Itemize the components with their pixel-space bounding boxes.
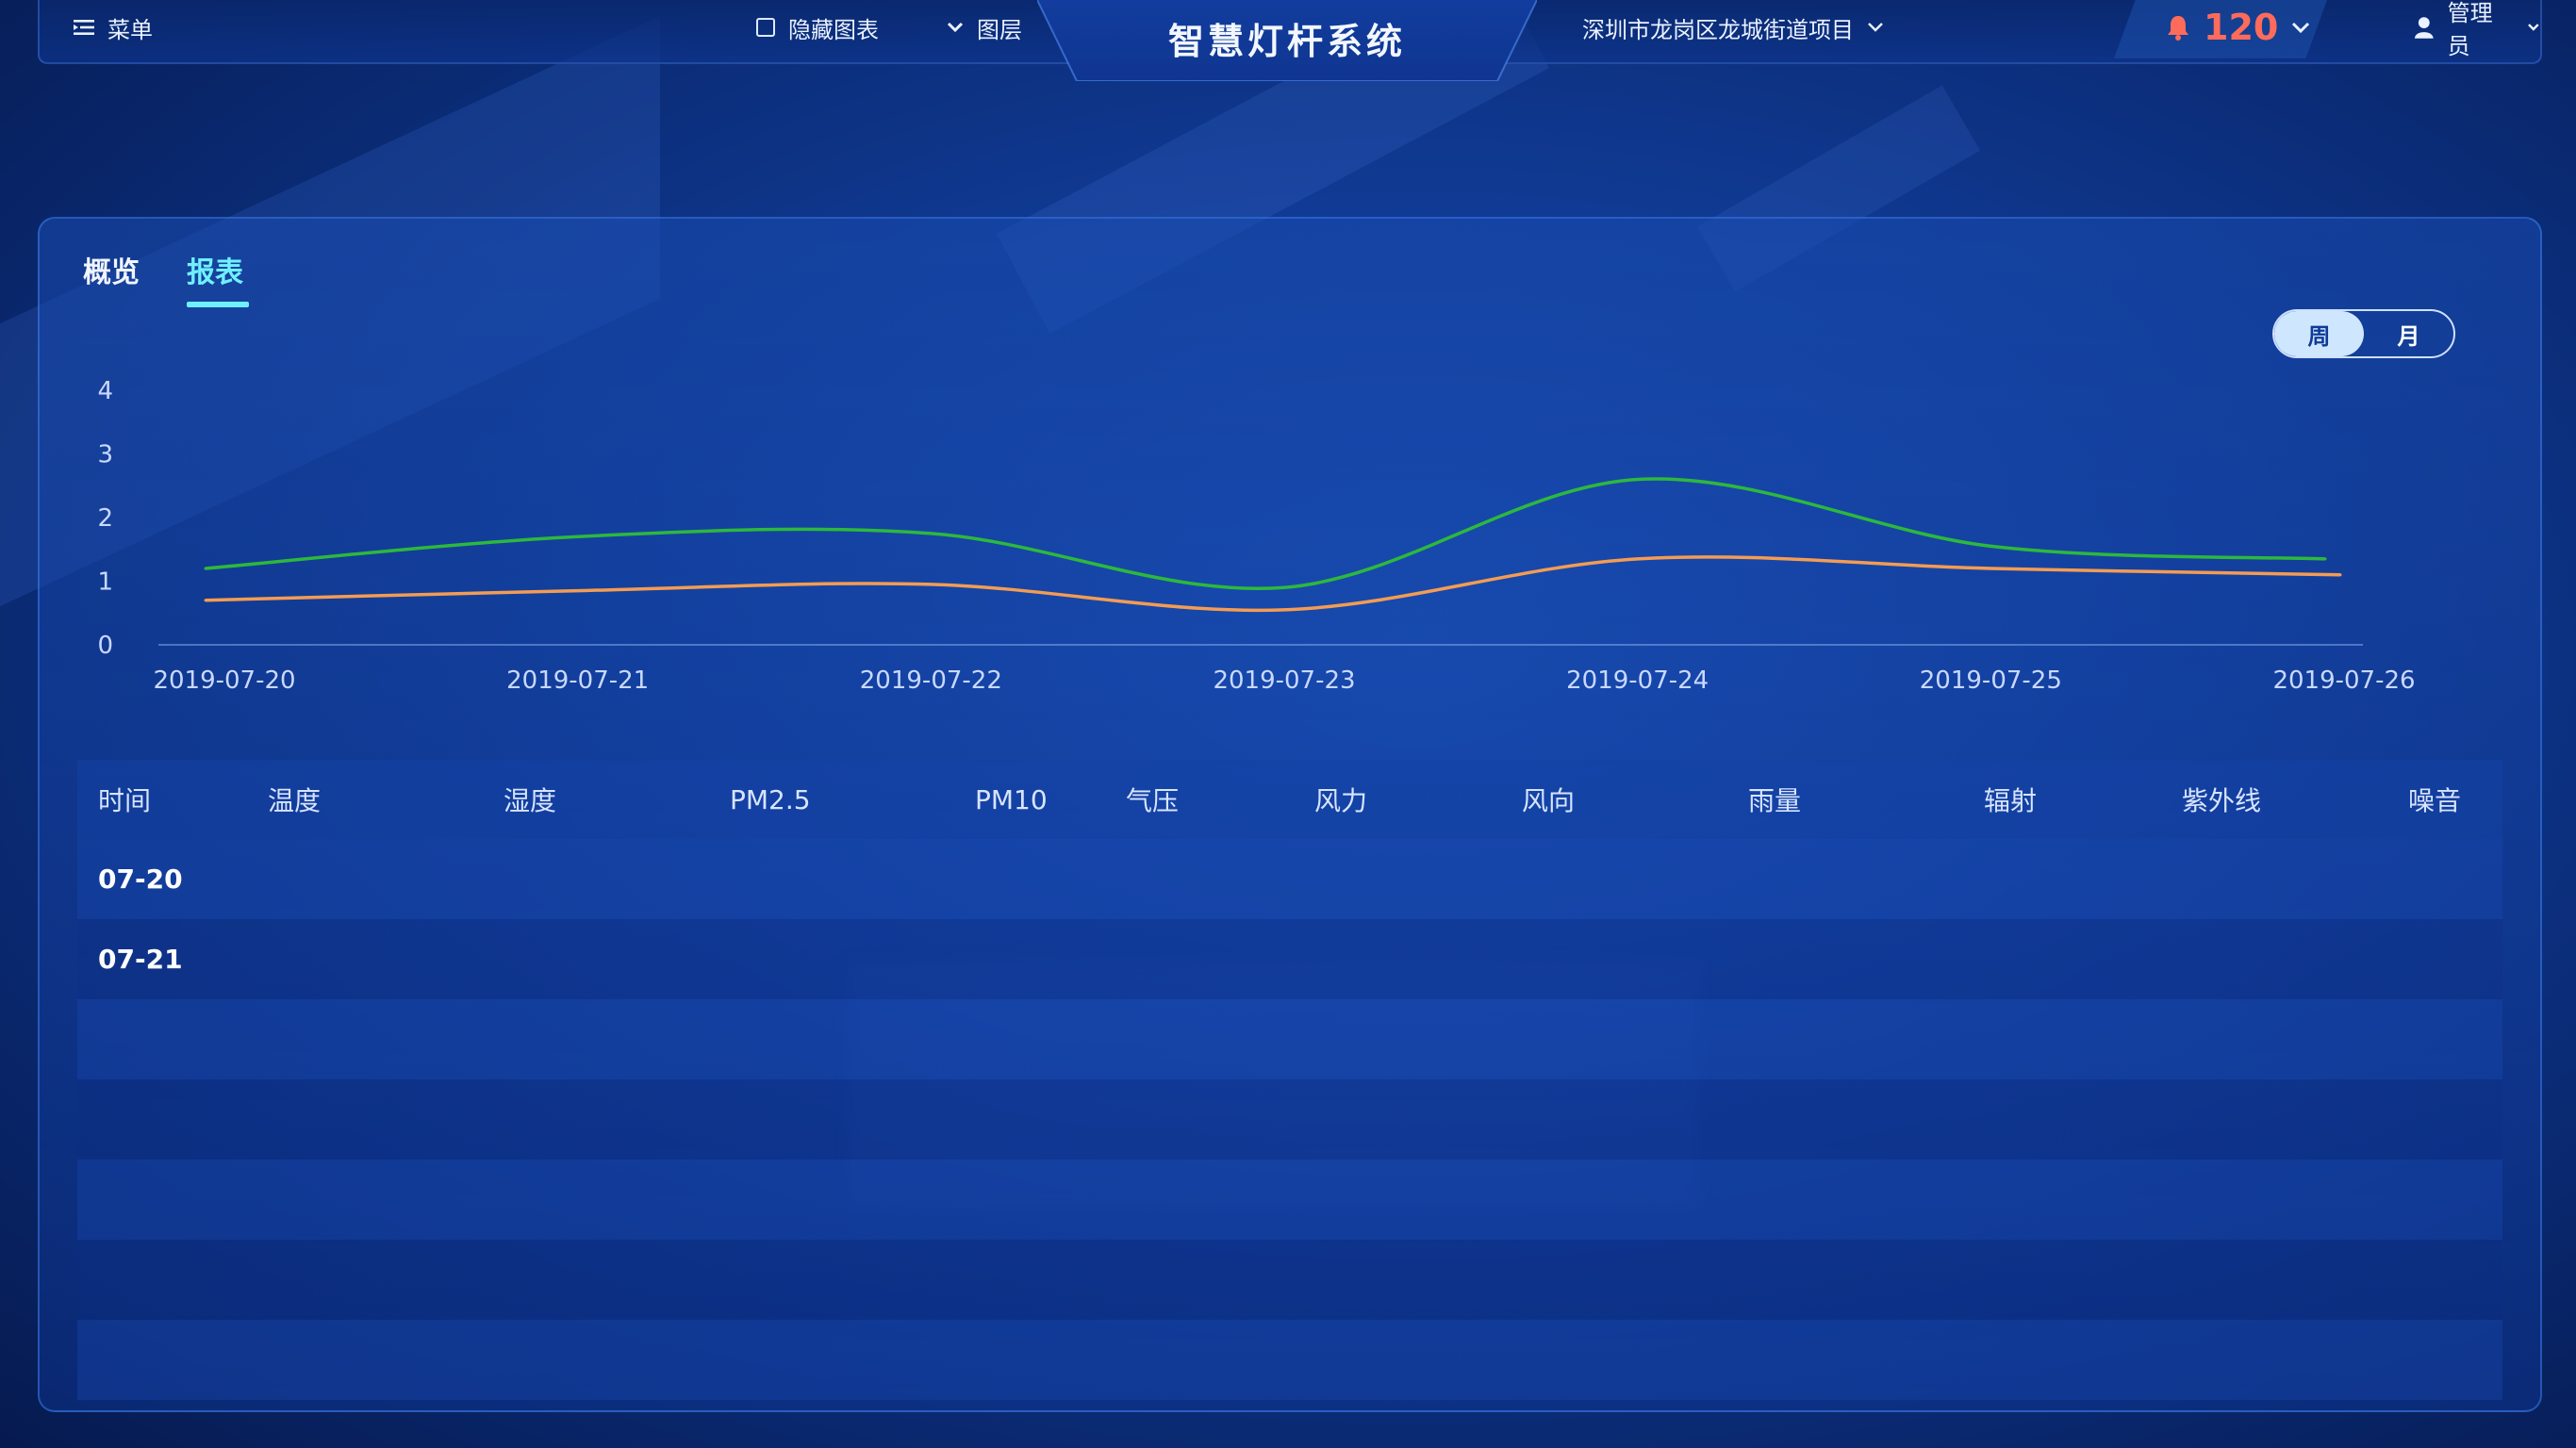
column-header: 气压 (1126, 785, 1180, 816)
page-title: 智慧灯杆系统 (1167, 20, 1406, 62)
layers-label: 图层 (977, 16, 1022, 43)
y-tick-label: 2 (97, 504, 113, 533)
x-tick-label: 2019-07-25 (1920, 666, 2062, 695)
chevron-down-icon (1868, 23, 1883, 32)
chevron-down-icon (947, 22, 964, 33)
project-selector[interactable]: 深圳市龙岗区龙城街道项目 (1582, 0, 1884, 55)
column-header: PM2.5 (730, 783, 811, 815)
column-header: 风力 (1314, 785, 1368, 816)
column-header: 温度 (268, 785, 322, 816)
menu-list-icon (74, 20, 94, 35)
column-header: 湿度 (504, 785, 557, 816)
data-point (1282, 608, 1286, 612)
y-tick-label: 4 (97, 377, 113, 405)
report-table: 时间 温度 湿度 PM2.5 PM10 气压 风力 风向 雨量 辐射 紫外线 噪音 07-20 07-21 (77, 760, 2502, 1400)
series-line-2 (205, 555, 2341, 613)
project-label: 深圳市龙岗区龙城街道项目 (1582, 16, 1854, 43)
chevron-down-icon (2292, 22, 2310, 33)
report-panel: 概览 报表 周 月 0 1 2 3 4 2019-07-20 2019-07-21 2019-… (38, 217, 2542, 1412)
y-tick-label: 1 (97, 568, 113, 597)
data-point (929, 532, 933, 535)
alarm-count: 120 (2204, 7, 2279, 48)
hide-chart-checkbox[interactable] (756, 18, 775, 37)
x-tick-label: 2019-07-26 (2272, 666, 2415, 695)
chevron-down-icon (2528, 24, 2539, 31)
x-tick-label: 2019-07-24 (1566, 666, 1709, 695)
data-point (2338, 573, 2342, 577)
table-row (77, 1079, 2502, 1160)
x-tick-label: 2019-07-21 (506, 666, 649, 695)
data-point (576, 589, 580, 593)
y-tick-label: 3 (97, 441, 113, 469)
data-point (1636, 557, 1640, 561)
user-name: 管理员 (2447, 0, 2493, 59)
data-point (2323, 557, 2327, 561)
menu-label: 菜单 (107, 16, 153, 43)
data-point (1282, 585, 1286, 589)
x-tick-label: 2019-07-20 (153, 666, 295, 695)
data-point (576, 535, 580, 538)
hide-chart-label: 隐藏图表 (788, 16, 879, 43)
table-row: 07-20 (77, 839, 2502, 919)
data-point (1636, 478, 1640, 481)
column-header: 时间 (98, 785, 152, 816)
data-point (1989, 544, 1992, 548)
table-row (77, 999, 2502, 1079)
line-chart: 0 1 2 3 4 2019-07-20 2019-07-21 2019-07-22 2019-… (97, 377, 2415, 695)
user-icon (2414, 17, 2434, 39)
column-header: 紫外线 (2182, 785, 2262, 816)
y-tick-label: 0 (97, 632, 113, 660)
bell-icon (2168, 16, 2188, 41)
user-menu[interactable]: 管理员 (2414, 0, 2540, 59)
alarm-button[interactable]: 120 (2166, 0, 2310, 55)
layers-dropdown[interactable]: 图层 (947, 0, 1022, 55)
column-header: PM10 (975, 783, 1048, 815)
column-header: 噪音 (2408, 785, 2462, 816)
menu-button[interactable]: 菜单 (74, 0, 153, 55)
title-plate: 智慧灯杆系统 (1037, 0, 1537, 81)
x-tick-label: 2019-07-23 (1213, 666, 1355, 695)
table-row (77, 1160, 2502, 1240)
table-cell: 07-20 (98, 864, 183, 895)
series-line-1 (205, 477, 2326, 590)
table-row (77, 1320, 2502, 1400)
data-point (929, 583, 933, 586)
data-point (204, 599, 207, 602)
data-point (204, 567, 207, 570)
hide-chart-toggle[interactable]: 隐藏图表 (756, 0, 879, 55)
table-header: 时间 温度 湿度 PM2.5 PM10 气压 风力 风向 雨量 辐射 紫外线 噪音 (77, 760, 2502, 839)
table-row: 07-21 (77, 919, 2502, 999)
x-tick-label: 2019-07-22 (860, 666, 1002, 695)
column-header: 雨量 (1748, 785, 1802, 816)
data-point (1989, 567, 1992, 570)
column-header: 风向 (1522, 785, 1576, 816)
table-cell: 07-21 (98, 944, 183, 975)
column-header: 辐射 (1984, 785, 2038, 816)
table-row (77, 1240, 2502, 1320)
